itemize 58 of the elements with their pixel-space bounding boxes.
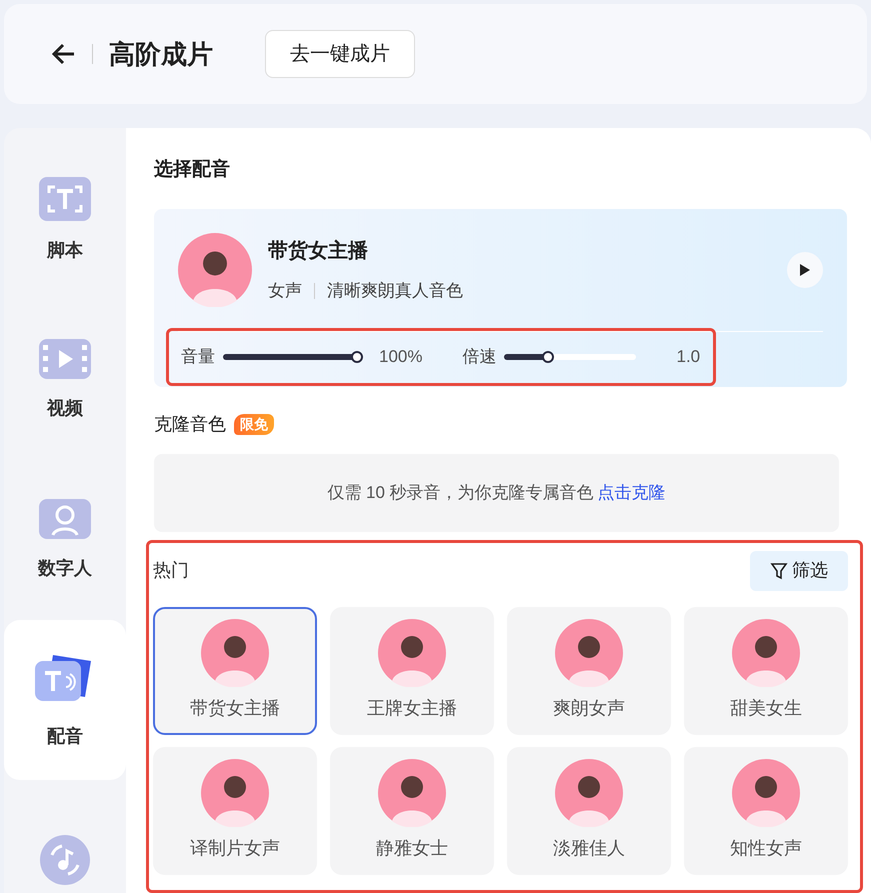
voice-option-name: 带货女主播 <box>190 696 280 720</box>
voice-card-option[interactable]: 译制片女声 <box>153 746 317 874</box>
slider-track[interactable] <box>223 350 363 362</box>
voice-card-option[interactable]: 王牌女主播 <box>330 606 494 734</box>
voice-description: 清晰爽朗真人音色 <box>327 280 463 302</box>
slider-value: 100% <box>379 346 422 368</box>
voice-card-option[interactable]: 知性女声 <box>684 746 848 874</box>
voice-option-name: 王牌女主播 <box>367 696 457 720</box>
sidebar-label: 脚本 <box>47 238 83 262</box>
slider-label: 音量 <box>181 346 215 368</box>
back-arrow-icon[interactable] <box>52 43 76 65</box>
voice-option-name: 淡雅佳人 <box>553 836 625 860</box>
clone-link[interactable]: 点击克隆 <box>598 480 666 506</box>
voice-card-option[interactable]: 静雅女士 <box>330 746 494 874</box>
voice-option-name: 甜美女生 <box>730 696 802 720</box>
voice-card-option[interactable]: 带货女主播 <box>153 606 317 734</box>
sidebar-item[interactable]: 脚本 <box>4 140 126 300</box>
avatar-photo <box>732 618 800 686</box>
person-icon <box>39 498 91 538</box>
sidebar-item[interactable]: 视频 <box>4 300 126 460</box>
voice-option-name: 静雅女士 <box>376 836 448 860</box>
slider-label: 倍速 <box>462 346 496 368</box>
sidebar-item[interactable]: 数字人 <box>4 460 126 620</box>
avatar-photo <box>555 618 623 686</box>
voice-card-option[interactable]: 淡雅佳人 <box>507 746 671 874</box>
one-click-button[interactable]: 去一键成片 <box>265 30 415 78</box>
voice-option-name: 爽朗女声 <box>553 696 625 720</box>
play-icon <box>799 262 811 276</box>
avatar-photo <box>201 618 269 686</box>
voice-card-option[interactable]: 爽朗女声 <box>507 606 671 734</box>
sidebar-label: 视频 <box>47 396 83 420</box>
sidebar-label: 数字人 <box>38 556 92 580</box>
filter-button[interactable]: 筛选 <box>750 550 848 590</box>
music-disc-icon <box>40 835 90 885</box>
avatar-photo <box>555 758 623 826</box>
voice-option-name: 译制片女声 <box>190 836 280 860</box>
avatar-photo <box>378 618 446 686</box>
avatar-photo <box>201 758 269 826</box>
voice-option-name: 知性女声 <box>730 836 802 860</box>
filter-icon <box>770 562 788 580</box>
slider-value: 1.0 <box>676 346 700 368</box>
free-badge: 限免 <box>234 414 274 434</box>
clone-title: 克隆音色 <box>154 412 226 436</box>
sidebar-item[interactable]: 配音 <box>4 620 126 780</box>
hot-title: 热门 <box>153 559 189 582</box>
text-frame-icon <box>39 176 91 220</box>
page-title: 高阶成片 <box>109 38 213 70</box>
film-icon <box>39 338 91 378</box>
avatar-photo <box>732 758 800 826</box>
slider-track[interactable] <box>504 350 636 362</box>
clone-prompt: 仅需 10 秒录音，为你克隆专属音色 <box>327 482 594 504</box>
voice-name: 带货女主播 <box>268 238 369 264</box>
section-title: 选择配音 <box>154 158 231 182</box>
sidebar-label: 配音 <box>47 724 83 748</box>
avatar-photo <box>378 758 446 826</box>
play-button[interactable] <box>787 252 823 288</box>
voice-card-option[interactable]: 甜美女生 <box>684 606 848 734</box>
voice-gender: 女声 <box>268 280 302 302</box>
